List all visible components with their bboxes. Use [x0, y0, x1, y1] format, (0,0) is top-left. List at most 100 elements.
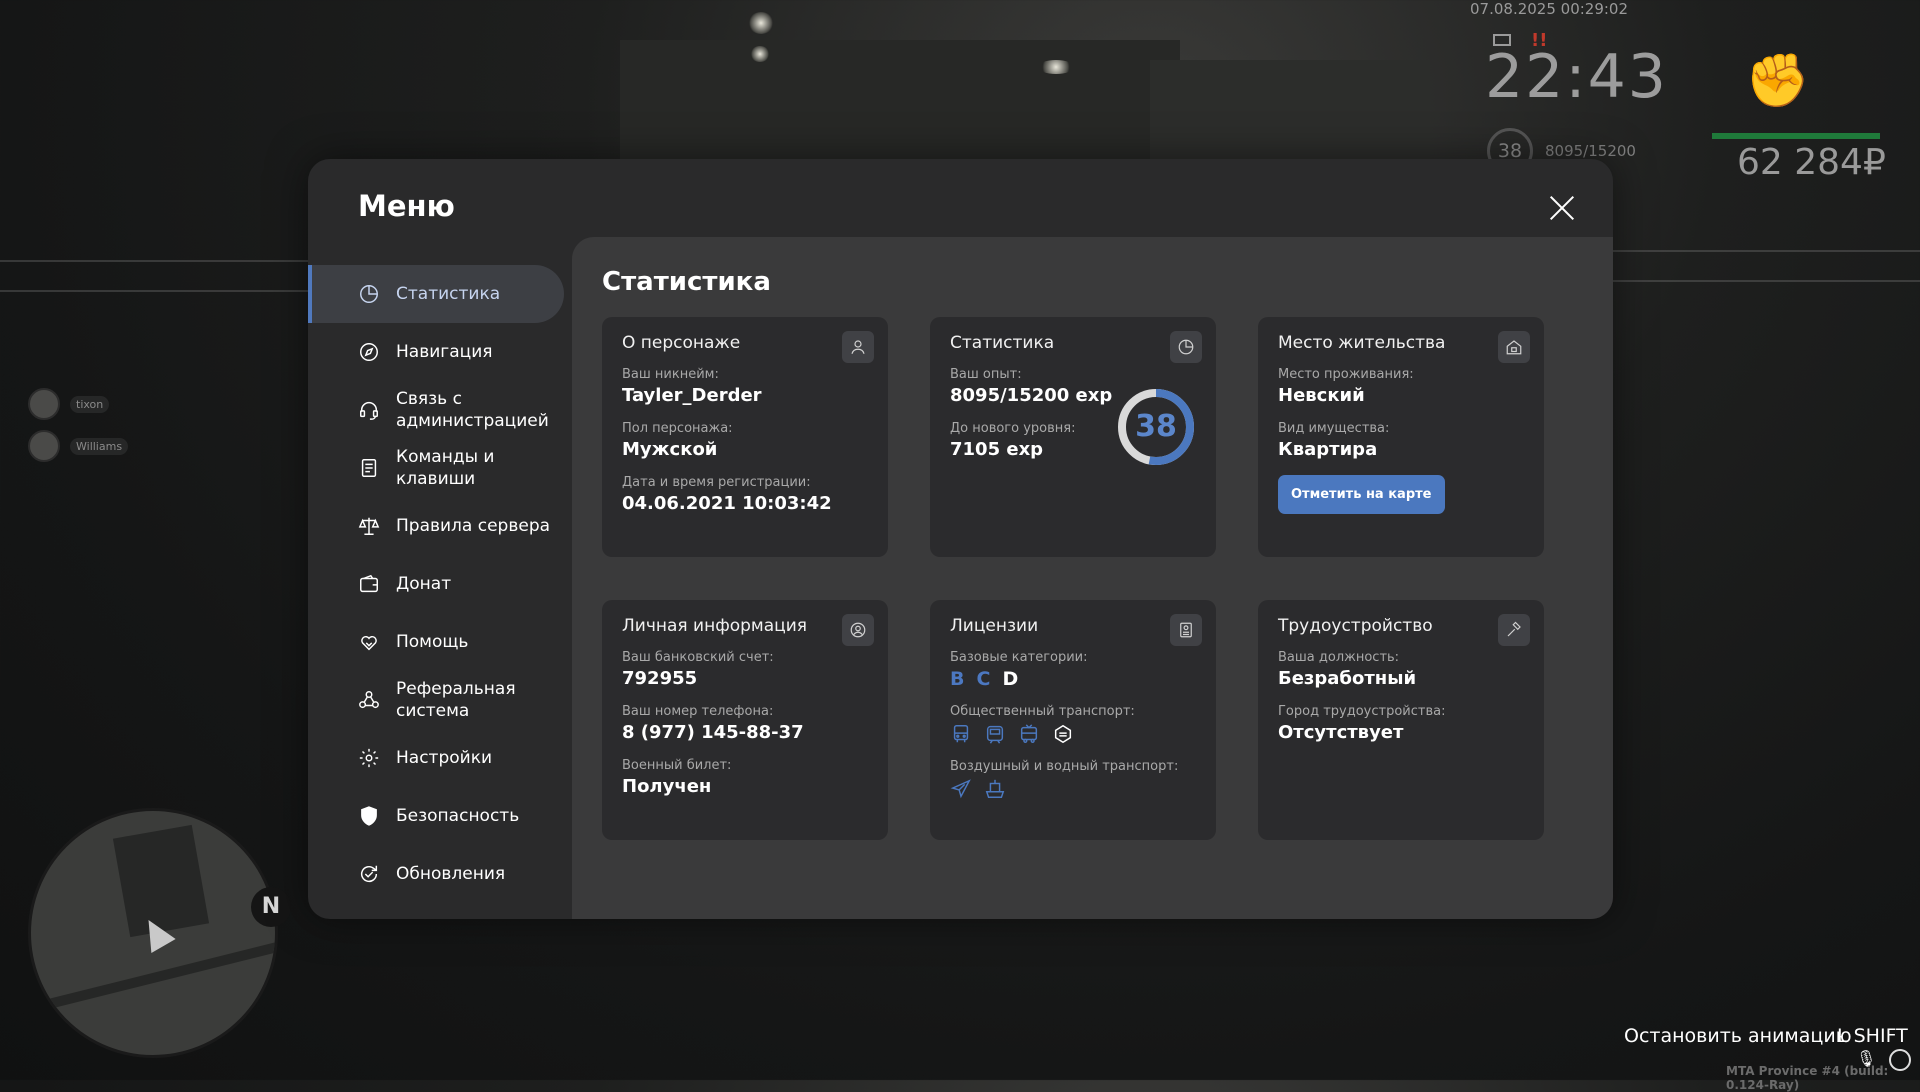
sidebar-item-label: Статистика: [396, 284, 501, 304]
sidebar-item-label: Помощь: [396, 632, 469, 652]
hud-money: 62 284₽: [1737, 142, 1886, 183]
headset-icon: [358, 399, 380, 421]
menu-window: Меню Статистика Навигация Связь с админи…: [308, 159, 1613, 919]
sidebar-item-label: Правила сервера: [396, 516, 551, 536]
nickname-label: Ваш никнейм:: [622, 367, 719, 382]
hud-clock: 22:43: [1485, 42, 1668, 112]
player-name: Williams: [70, 437, 129, 455]
tram-icon: [984, 723, 1006, 745]
card-employment: Трудоустройство Ваша должность: Безработ…: [1258, 600, 1544, 840]
menu-title: Меню: [358, 189, 455, 223]
plane-icon: [950, 778, 972, 800]
military-label: Военный билет:: [622, 758, 732, 773]
id-card-icon: [1170, 614, 1202, 646]
card-title: Место жительства: [1278, 333, 1446, 353]
sidebar-item-label: Команды и клавиши: [396, 447, 495, 489]
sidebar-item-label: Навигация: [396, 342, 493, 362]
card-title: Личная информация: [622, 616, 808, 636]
sidebar-item-donate[interactable]: Донат: [308, 555, 564, 613]
sidebar-item-navigation[interactable]: Навигация: [308, 323, 564, 381]
user-circle-icon: [842, 614, 874, 646]
nickname-value: Tayler_Derder: [622, 385, 762, 406]
property-label: Вид имущества:: [1278, 421, 1390, 436]
compass-icon: [358, 341, 380, 363]
fence-line: [0, 260, 310, 262]
train-icon: [1052, 723, 1074, 745]
card-residence: Место жительства Место проживания: Невск…: [1258, 317, 1544, 557]
sidebar-item-server-rules[interactable]: Правила сервера: [308, 497, 564, 555]
position-value: Безработный: [1278, 668, 1417, 689]
license-category-d: D: [1002, 668, 1019, 690]
sidebar-item-label: Обновления: [396, 864, 506, 884]
place-value: Невский: [1278, 385, 1365, 406]
license-category-b: B: [950, 668, 965, 690]
player-name: tixon: [70, 395, 110, 413]
refresh-check-icon: [358, 863, 380, 885]
sidebar-item-updates[interactable]: Обновления: [308, 845, 564, 903]
card-title: Лицензии: [950, 616, 1039, 636]
job-city-label: Город трудоустройства:: [1278, 704, 1446, 719]
position-label: Ваша должность:: [1278, 650, 1400, 665]
place-label: Место проживания:: [1278, 367, 1414, 382]
heart-hands-icon: [358, 631, 380, 653]
bus-icon: [950, 723, 972, 745]
sidebar-item-statistics[interactable]: Статистика: [308, 265, 564, 323]
air-water-transport-icons: [950, 778, 1196, 800]
sidebar-item-help[interactable]: Помощь: [308, 613, 564, 671]
people-network-icon: [358, 689, 380, 711]
health-bar: [1712, 133, 1880, 139]
gender-value: Мужской: [622, 439, 718, 460]
military-value: Получен: [622, 776, 712, 797]
house-icon: [1498, 331, 1530, 363]
registration-label: Дата и время регистрации:: [622, 475, 811, 490]
phone-label: Ваш номер телефона:: [622, 704, 774, 719]
sidebar-item-label: Связь с администрацией: [396, 389, 549, 431]
license-categories: B C D: [950, 668, 1196, 690]
document-list-icon: [358, 457, 380, 479]
scales-icon: [358, 515, 380, 537]
gear-icon: [358, 747, 380, 769]
sidebar-item-label: Реферальная система: [396, 679, 516, 721]
street-lamp: [748, 12, 774, 34]
hud-datetime: 07.08.2025 00:29:02: [1470, 0, 1629, 18]
pie-chart-icon: [358, 283, 380, 305]
card-licenses: Лицензии Базовые категории: B C D Общест…: [930, 600, 1216, 840]
sidebar-item-admin-contact[interactable]: Связь с администрацией: [308, 381, 564, 439]
hammer-icon: [1498, 614, 1530, 646]
compass-north-indicator: N: [251, 887, 291, 927]
shield-icon: [358, 805, 380, 827]
player-entry: tixon: [28, 388, 128, 420]
close-icon[interactable]: [1548, 194, 1576, 222]
phone-value: 8 (977) 145-88-37: [622, 722, 804, 743]
bank-value: 792955: [622, 668, 698, 689]
build-info: MTA Province #4 (build: 0.124-Ray): [1726, 1064, 1889, 1092]
avatar: [28, 430, 60, 462]
license-category-c: C: [976, 668, 991, 690]
player-entry: Williams: [28, 430, 129, 462]
trolleybus-icon: [1018, 723, 1040, 745]
card-title: О персонаже: [622, 333, 741, 353]
pie-chart-icon: [1170, 331, 1202, 363]
fence-line: [1613, 250, 1920, 252]
mark-on-map-button[interactable]: Отметить на карте: [1278, 475, 1445, 514]
fence-line: [0, 290, 310, 292]
gender-label: Пол персонажа:: [622, 421, 733, 436]
stop-animation-hint: Остановить анимацию: [1624, 1025, 1852, 1047]
page-title: Статистика: [602, 267, 771, 297]
public-transport-label: Общественный транспорт:: [950, 704, 1135, 719]
sidebar-item-commands[interactable]: Команды и клавиши: [308, 439, 564, 497]
sidebar-item-settings[interactable]: Настройки: [308, 729, 564, 787]
public-transport-icons: [950, 723, 1196, 745]
bank-label: Ваш банковский счет:: [622, 650, 774, 665]
boat-icon: [984, 778, 1006, 800]
sidebar-item-label: Настройки: [396, 748, 493, 768]
sidebar-item-referral[interactable]: Реферальная система: [308, 671, 564, 729]
hud-exp: 8095/15200: [1545, 142, 1636, 160]
job-city-value: Отсутствует: [1278, 722, 1404, 743]
sidebar-item-security[interactable]: Безопасность: [308, 787, 564, 845]
card-title: Трудоустройство: [1278, 616, 1433, 636]
exp-label: Ваш опыт:: [950, 367, 1022, 382]
card-statistics: Статистика Ваш опыт: 8095/15200 exp До н…: [930, 317, 1216, 557]
street-lamp: [1038, 60, 1074, 74]
building-silhouette: [1150, 60, 1430, 160]
